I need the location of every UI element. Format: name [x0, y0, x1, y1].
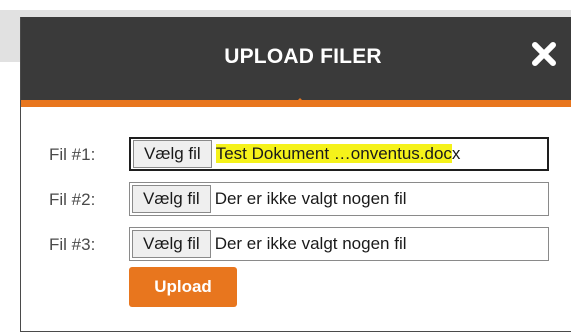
upload-button[interactable]: Upload: [129, 267, 237, 307]
upload-dialog: UPLOAD FILER Fil #1: Vælg fil Test Dokum…: [20, 17, 571, 332]
file-input-3[interactable]: Vælg fil Der er ikke valgt nogen fil: [129, 227, 549, 261]
file-row-3: Fil #3: Vælg fil Der er ikke valgt nogen…: [21, 227, 571, 272]
file-label-3: Fil #3:: [49, 235, 96, 254]
file-name-3: Der er ikke valgt nogen fil: [214, 234, 407, 253]
choose-file-button-3[interactable]: Vælg fil: [132, 230, 211, 258]
file-input-2[interactable]: Vælg fil Der er ikke valgt nogen fil: [129, 182, 549, 216]
screen: UPLOAD FILER Fil #1: Vælg fil Test Dokum…: [0, 0, 571, 332]
dialog-title: UPLOAD FILER: [224, 45, 382, 68]
choose-file-button-2[interactable]: Vælg fil: [132, 185, 211, 213]
file-name-1: Test Dokument …onventus.docx: [215, 144, 461, 164]
file-name-1-tail: x: [451, 144, 461, 163]
file-label-1: Fil #1:: [49, 145, 96, 164]
file-rows: Fil #1: Vælg fil Test Dokument …onventus…: [21, 137, 571, 307]
dialog-header: UPLOAD FILER: [21, 17, 571, 107]
file-name-1-highlighted: Test Dokument …onventus.doc: [215, 144, 452, 163]
file-row-2: Fil #2: Vælg fil Der er ikke valgt nogen…: [21, 182, 571, 227]
file-row-1: Fil #1: Vælg fil Test Dokument …onventus…: [21, 137, 571, 182]
choose-file-button-1[interactable]: Vælg fil: [133, 140, 212, 168]
file-label-2: Fil #2:: [49, 190, 96, 209]
close-icon[interactable]: [531, 41, 557, 67]
file-name-2: Der er ikke valgt nogen fil: [214, 189, 407, 208]
file-input-1[interactable]: Vælg fil Test Dokument …onventus.docx: [129, 137, 549, 171]
header-pointer-arrow: [291, 98, 309, 107]
